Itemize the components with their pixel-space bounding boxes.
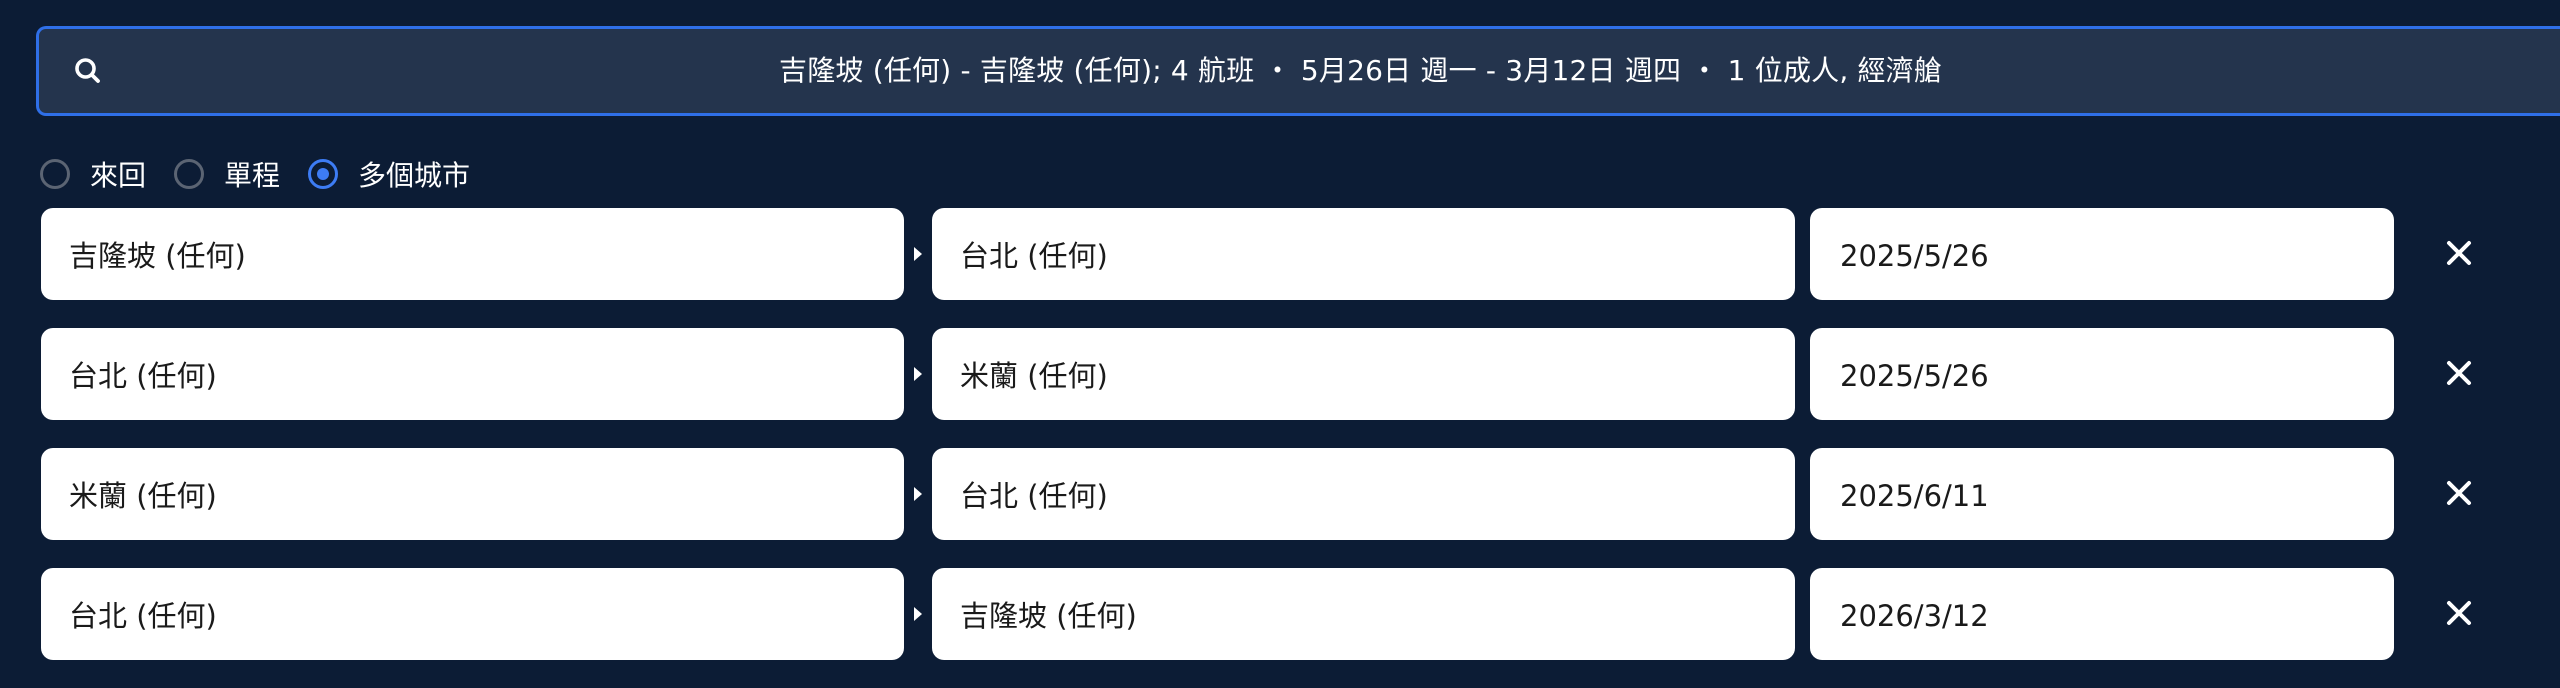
flight-leg-1: 吉隆坡 (任何) 台北 (任何) 2025/5/26 xyxy=(0,208,2560,300)
close-icon[interactable] xyxy=(2440,354,2478,392)
search-summary-bar[interactable]: 吉隆坡 (任何) - 吉隆坡 (任何); 4 航班 ・ 5月26日 週一 - 3… xyxy=(36,26,2560,116)
origin-field[interactable]: 台北 (任何) xyxy=(41,328,904,420)
origin-value: 米蘭 (任何) xyxy=(69,479,217,513)
trip-type-one-way[interactable]: 單程 xyxy=(174,154,280,194)
search-summary-text: 吉隆坡 (任何) - 吉隆坡 (任何); 4 航班 ・ 5月26日 週一 - 3… xyxy=(779,54,1943,87)
destination-field[interactable]: 台北 (任何) xyxy=(932,448,1795,540)
trip-type-label: 單程 xyxy=(224,159,281,192)
date-value: 2026/3/12 xyxy=(1840,599,1989,633)
trip-type-selector: 來回 單程 多個城市 xyxy=(40,154,498,194)
origin-value: 吉隆坡 (任何) xyxy=(69,239,246,273)
flight-leg-3: 米蘭 (任何) 台北 (任何) 2025/6/11 xyxy=(0,448,2560,540)
date-value: 2025/6/11 xyxy=(1840,479,1989,513)
origin-field[interactable]: 台北 (任何) xyxy=(41,568,904,660)
search-icon xyxy=(75,58,100,83)
origin-value: 台北 (任何) xyxy=(69,359,217,393)
date-field[interactable]: 2025/5/26 xyxy=(1810,328,2394,420)
radio-multi-city[interactable] xyxy=(308,159,339,189)
destination-field[interactable]: 台北 (任何) xyxy=(932,208,1795,300)
caret-right-icon xyxy=(914,247,922,261)
date-value: 2025/5/26 xyxy=(1840,239,1989,273)
caret-right-icon xyxy=(914,487,922,501)
close-icon[interactable] xyxy=(2440,474,2478,512)
close-icon[interactable] xyxy=(2440,234,2478,272)
trip-type-round-trip[interactable]: 來回 xyxy=(40,154,146,194)
radio-round-trip[interactable] xyxy=(40,159,70,189)
close-icon[interactable] xyxy=(2440,594,2478,632)
date-field[interactable]: 2025/6/11 xyxy=(1810,448,2394,540)
date-field[interactable]: 2026/3/12 xyxy=(1810,568,2394,660)
origin-field[interactable]: 吉隆坡 (任何) xyxy=(41,208,904,300)
flight-search-panel: 吉隆坡 (任何) - 吉隆坡 (任何); 4 航班 ・ 5月26日 週一 - 3… xyxy=(0,0,2560,688)
flight-leg-2: 台北 (任何) 米蘭 (任何) 2025/5/26 xyxy=(0,328,2560,420)
trip-type-label: 多個城市 xyxy=(358,159,471,192)
destination-value: 台北 (任何) xyxy=(960,479,1108,513)
radio-one-way[interactable] xyxy=(174,159,205,189)
origin-value: 台北 (任何) xyxy=(69,599,217,633)
destination-field[interactable]: 米蘭 (任何) xyxy=(932,328,1795,420)
caret-right-icon xyxy=(914,367,922,381)
trip-type-label: 來回 xyxy=(90,159,147,192)
destination-value: 台北 (任何) xyxy=(960,239,1108,273)
destination-value: 吉隆坡 (任何) xyxy=(960,599,1137,633)
flight-leg-4: 台北 (任何) 吉隆坡 (任何) 2026/3/12 xyxy=(0,568,2560,660)
caret-right-icon xyxy=(914,607,922,621)
trip-type-multi-city[interactable]: 多個城市 xyxy=(308,154,470,194)
origin-field[interactable]: 米蘭 (任何) xyxy=(41,448,904,540)
date-value: 2025/5/26 xyxy=(1840,359,1989,393)
destination-value: 米蘭 (任何) xyxy=(960,359,1108,393)
date-field[interactable]: 2025/5/26 xyxy=(1810,208,2394,300)
destination-field[interactable]: 吉隆坡 (任何) xyxy=(932,568,1795,660)
